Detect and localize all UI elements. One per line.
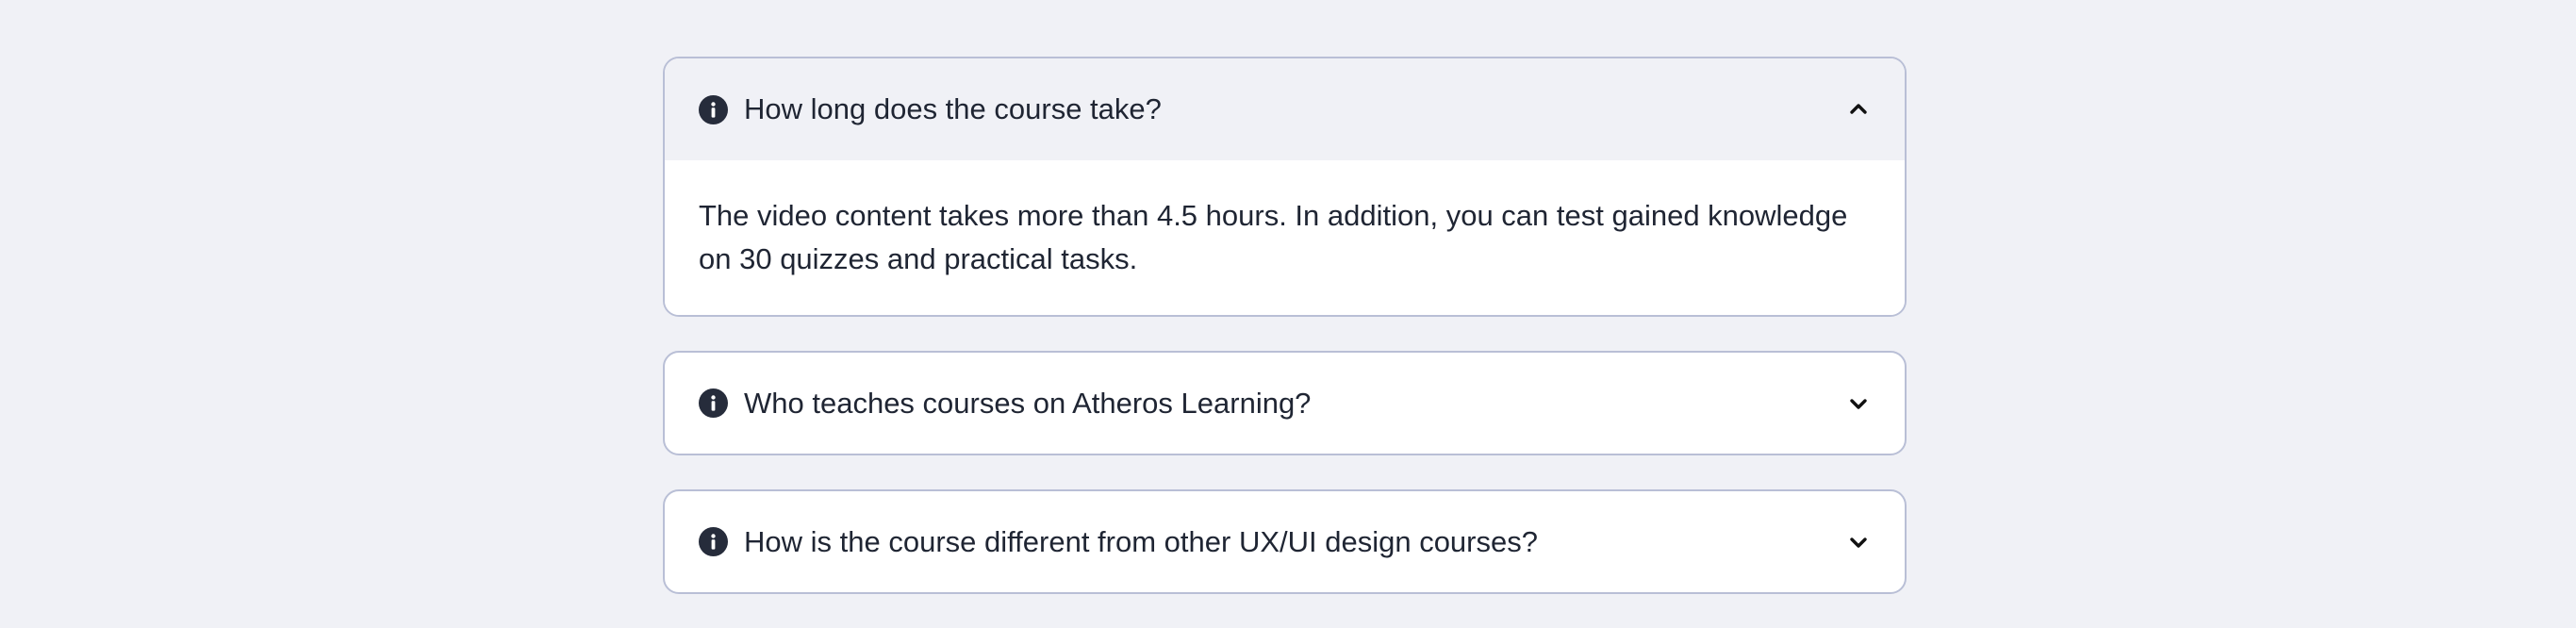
info-icon xyxy=(699,94,728,124)
faq-question: Who teaches courses on Atheros Learning? xyxy=(744,386,1312,420)
faq-item-course-duration: How long does the course take? The video… xyxy=(663,57,1907,317)
faq-item-instructors: Who teaches courses on Atheros Learning? xyxy=(663,351,1907,455)
faq-question: How long does the course take? xyxy=(744,92,1162,125)
chevron-up-icon[interactable] xyxy=(1844,95,1873,124)
chevron-down-icon[interactable] xyxy=(1844,389,1873,418)
faq-accordion: How long does the course take? The video… xyxy=(663,57,1907,628)
chevron-down-icon[interactable] xyxy=(1844,528,1873,556)
faq-item-course-difference: How is the course different from other U… xyxy=(663,489,1907,594)
faq-question: How is the course different from other U… xyxy=(744,524,1538,558)
faq-answer: The video content takes more than 4.5 ho… xyxy=(665,160,1905,315)
info-icon xyxy=(699,527,728,556)
faq-question-toggle[interactable]: How is the course different from other U… xyxy=(665,491,1905,592)
faq-question-toggle[interactable]: Who teaches courses on Atheros Learning? xyxy=(665,353,1905,454)
faq-question-toggle[interactable]: How long does the course take? xyxy=(665,58,1905,160)
info-icon xyxy=(699,388,728,418)
